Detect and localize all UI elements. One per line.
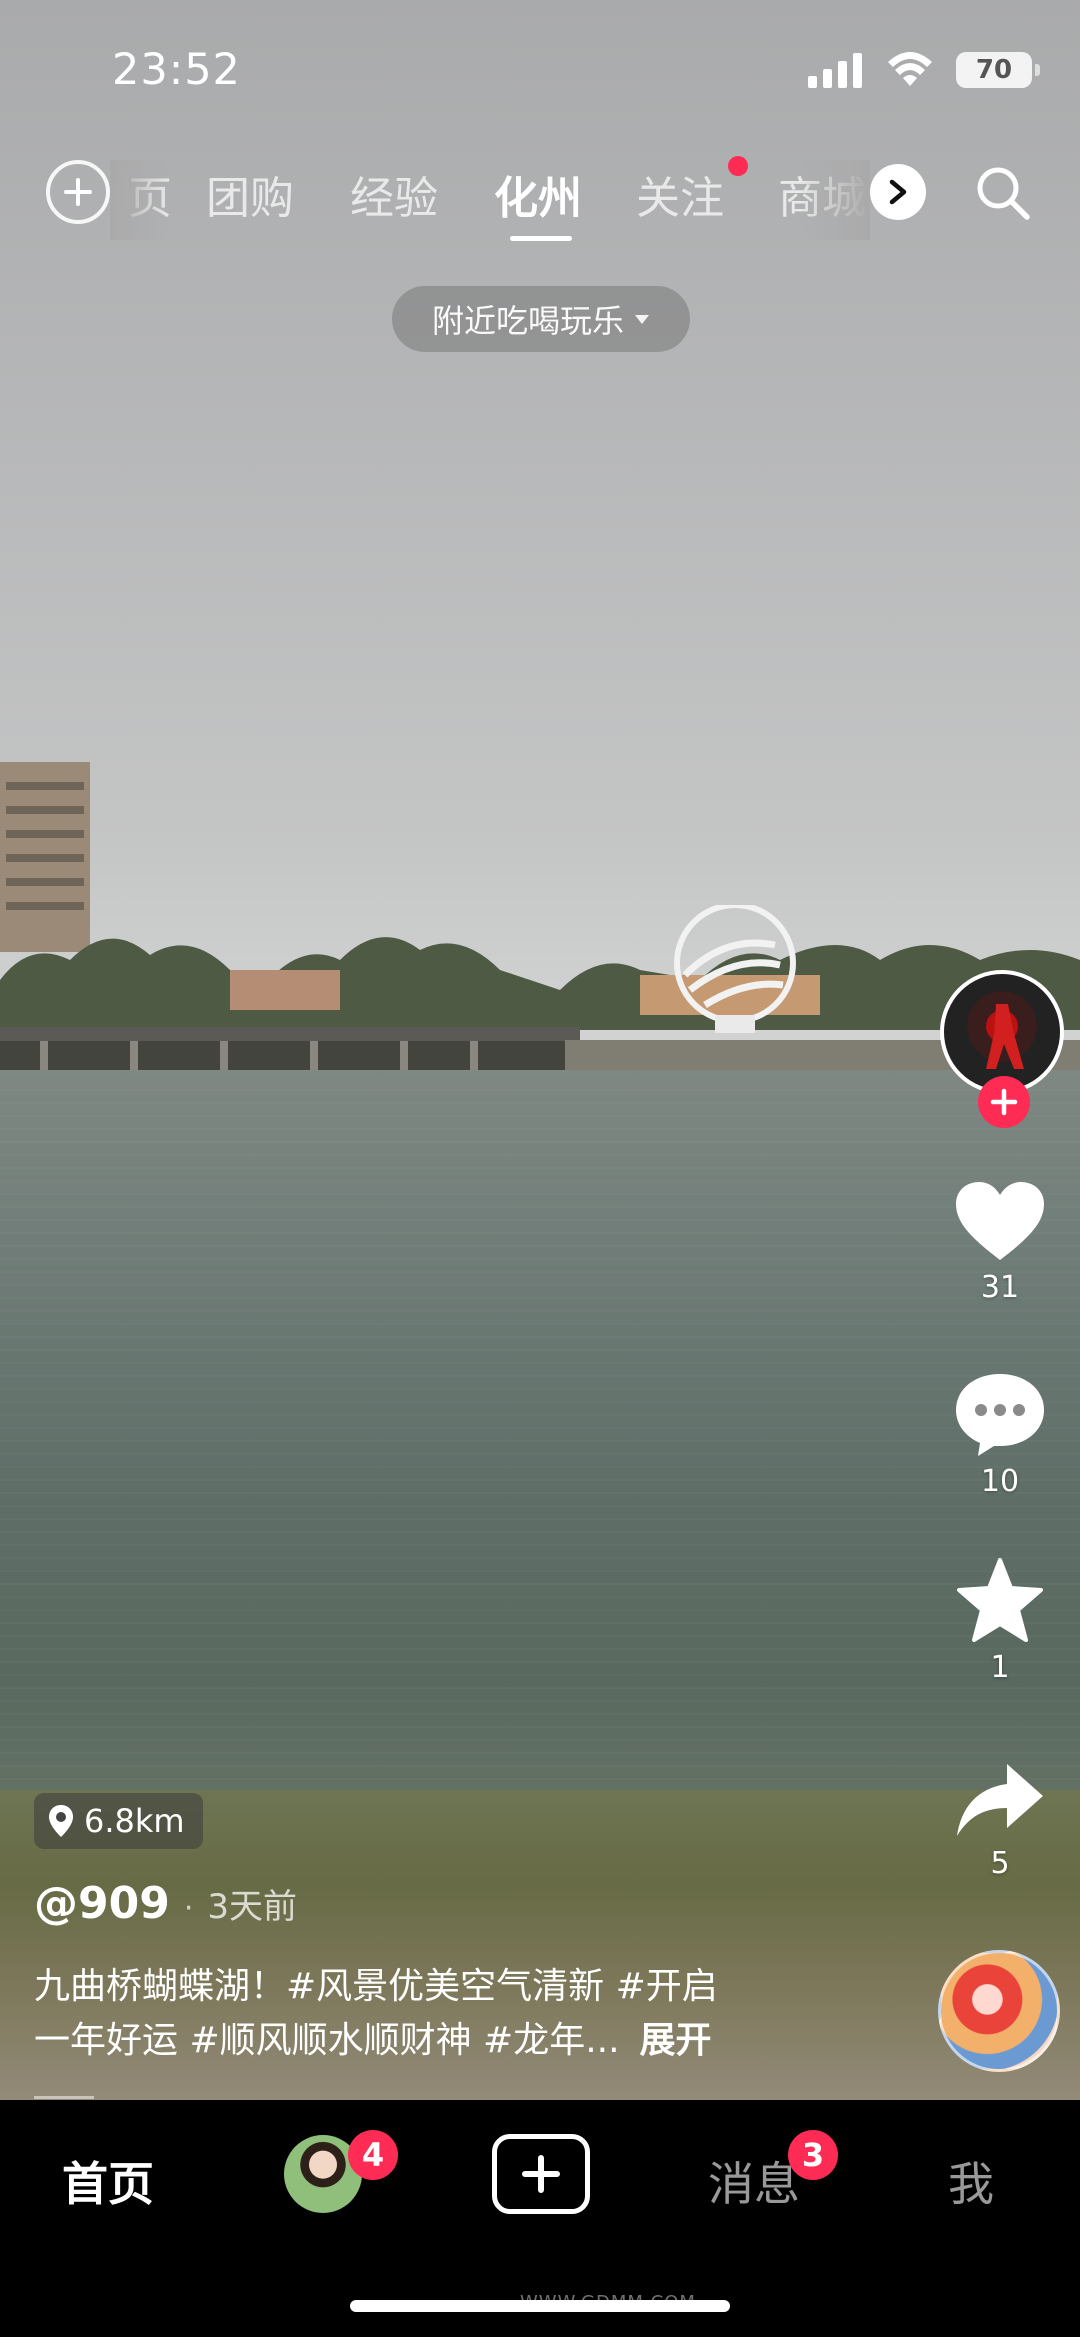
nearby-filter-label: 附近吃喝玩乐 — [431, 302, 624, 340]
tab-home[interactable]: 首页 — [62, 2148, 154, 2214]
active-tab-indicator — [510, 236, 572, 241]
video-progress-bar[interactable] — [34, 2096, 94, 2099]
status-time: 23:52 — [112, 45, 241, 95]
avatar-figure-image — [986, 1004, 1024, 1069]
music-disc[interactable] — [938, 1950, 1060, 2072]
post-caption[interactable]: 九曲桥蝴蝶湖！#风景优美空气清新 #开启 一年好运 #顺风顺水顺财神 #龙年..… — [34, 1960, 834, 2068]
expand-caption-button[interactable]: 展开 — [640, 2020, 712, 2061]
like-button[interactable]: 31 — [920, 1180, 1080, 1305]
search-button[interactable] — [970, 160, 1036, 226]
share-count: 5 — [990, 1846, 1010, 1881]
top-nav: 页 团购 经验 化州 关注 商城 — [0, 156, 1080, 260]
battery-indicator: 70 — [956, 52, 1040, 88]
favorite-button[interactable]: 1 — [920, 1558, 1080, 1685]
tab-experience[interactable]: 经验 — [350, 162, 438, 226]
follow-button[interactable] — [978, 1076, 1030, 1128]
tabs-fade-right — [800, 160, 870, 240]
post-time: 3天前 — [207, 1887, 298, 1927]
caret-down-icon — [635, 315, 649, 324]
location-tag[interactable]: 6.8km — [34, 1793, 203, 1849]
create-post-button[interactable] — [492, 2134, 590, 2214]
separator-dot: · — [183, 1891, 194, 1926]
system-indicators: 70 — [808, 40, 1040, 100]
notification-dot — [728, 156, 748, 176]
tab-following[interactable]: 关注 — [636, 162, 724, 226]
more-tabs-button[interactable] — [870, 164, 926, 220]
location-distance: 6.8km — [84, 1802, 185, 1840]
water-ripples — [0, 1080, 1080, 1780]
like-count: 31 — [980, 1270, 1020, 1305]
cellular-signal-icon — [808, 53, 862, 88]
nearby-filter-dropdown[interactable]: 附近吃喝玩乐 — [392, 286, 690, 352]
plus-icon — [64, 178, 92, 206]
tab-messages[interactable]: 消息 — [708, 2148, 800, 2214]
search-icon — [977, 167, 1030, 220]
chevron-right-icon — [889, 179, 907, 205]
heart-icon — [956, 1182, 1044, 1260]
plus-icon — [990, 1088, 1018, 1116]
messages-badge: 3 — [788, 2130, 838, 2180]
bridge-image — [0, 1027, 580, 1071]
favorite-count: 1 — [990, 1650, 1010, 1685]
caption-line-2: 一年好运 #顺风顺水顺财神 #龙年... — [34, 2020, 620, 2061]
comment-icon — [956, 1374, 1044, 1456]
tab-huazhou[interactable]: 化州 — [494, 162, 582, 226]
friends-badge: 4 — [348, 2130, 398, 2180]
star-icon — [957, 1558, 1043, 1642]
share-button[interactable]: 5 — [920, 1760, 1080, 1881]
tab-group-buy[interactable]: 团购 — [206, 162, 294, 226]
home-indicator[interactable] — [350, 2300, 730, 2312]
tabs-fade-left — [110, 160, 170, 240]
comment-count: 10 — [980, 1464, 1020, 1499]
sculpture-image — [674, 905, 796, 1033]
share-arrow-icon — [957, 1764, 1043, 1836]
plus-icon — [522, 2155, 560, 2193]
author-name[interactable]: @909 — [34, 1878, 170, 1929]
add-channel-button[interactable] — [46, 160, 110, 224]
author-line: @909 · 3天前 — [34, 1878, 297, 1929]
caption-line-1: 九曲桥蝴蝶湖！#风景优美空气清新 #开启 — [34, 1966, 718, 2007]
wifi-icon — [888, 52, 932, 86]
tree-line-image — [0, 937, 1080, 1030]
tab-me[interactable]: 我 — [948, 2148, 994, 2214]
location-pin-icon — [49, 1805, 73, 1837]
comment-button[interactable]: 10 — [920, 1370, 1080, 1499]
